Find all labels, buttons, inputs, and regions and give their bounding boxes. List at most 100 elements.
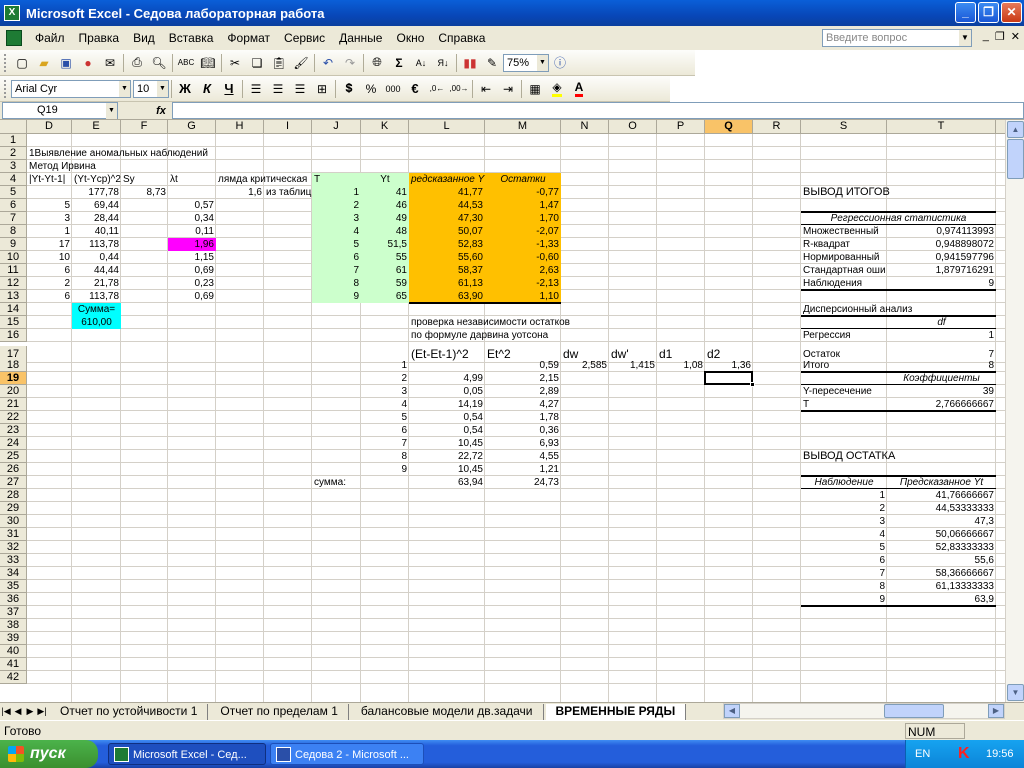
cell[interactable]: 28,44: [72, 212, 121, 225]
cell[interactable]: 0,54: [409, 411, 485, 424]
row-header[interactable]: 31: [0, 528, 27, 541]
start-button[interactable]: пуск: [0, 740, 98, 768]
decrease-decimal-icon[interactable]: ,00→: [448, 78, 470, 100]
cell[interactable]: [168, 186, 216, 199]
cell[interactable]: 3: [361, 385, 409, 398]
row-header[interactable]: 18: [0, 359, 27, 372]
cell[interactable]: 4: [801, 528, 887, 541]
font-size-select[interactable]: 10 ▼: [133, 79, 169, 98]
euro-button[interactable]: €: [404, 78, 426, 100]
row-header[interactable]: 30: [0, 515, 27, 528]
cell[interactable]: 1,879716291: [887, 264, 996, 277]
chevron-down-icon[interactable]: ▼: [106, 103, 117, 119]
cell[interactable]: 55,60: [409, 251, 485, 264]
column-label[interactable]: Yt: [361, 173, 409, 186]
cell[interactable]: 2,15: [485, 372, 561, 385]
cell[interactable]: [409, 359, 485, 372]
toolbar-grip[interactable]: [4, 53, 7, 72]
cell[interactable]: 1: [361, 359, 409, 372]
cut-icon[interactable]: ✂: [224, 52, 246, 74]
cell[interactable]: 1,47: [485, 199, 561, 212]
cell[interactable]: 22,72: [409, 450, 485, 463]
cell[interactable]: 113,78: [72, 290, 121, 303]
open-icon[interactable]: ▰: [33, 52, 55, 74]
cell[interactable]: 51,5: [361, 238, 409, 251]
cell[interactable]: 1,70: [485, 212, 561, 225]
cell[interactable]: 7: [801, 567, 887, 580]
fill-handle[interactable]: [750, 382, 755, 387]
cell[interactable]: 0,54: [409, 424, 485, 437]
increase-decimal-icon[interactable]: ,0←: [426, 78, 448, 100]
merge-center-icon[interactable]: ⊞: [311, 78, 333, 100]
question-input[interactable]: Введите вопрос ▼: [822, 29, 972, 47]
chevron-down-icon[interactable]: ▼: [537, 54, 548, 71]
cell[interactable]: -0,77: [485, 186, 561, 199]
cell[interactable]: 0,974113993: [887, 225, 996, 238]
cell[interactable]: 52,83: [409, 238, 485, 251]
section-title[interactable]: 1Выявление аномальных наблюдений: [27, 147, 216, 160]
decrease-indent-icon[interactable]: ⇤: [475, 78, 497, 100]
print-icon[interactable]: ⎙: [126, 52, 148, 74]
cell[interactable]: 6: [361, 424, 409, 437]
chart-wizard-icon[interactable]: ▮▮: [459, 52, 481, 74]
cell[interactable]: 6: [312, 251, 361, 264]
cell[interactable]: 7: [361, 437, 409, 450]
redo-icon[interactable]: ↷: [339, 52, 361, 74]
cell[interactable]: 4,99: [409, 372, 485, 385]
cell[interactable]: 8: [312, 277, 361, 290]
cell[interactable]: 8: [801, 580, 887, 593]
row-header[interactable]: 19: [0, 372, 27, 385]
row-header[interactable]: 2: [0, 147, 27, 160]
scroll-left-icon[interactable]: ◀: [724, 704, 740, 718]
row-header[interactable]: 23: [0, 424, 27, 437]
cell[interactable]: 0,36: [485, 424, 561, 437]
format-painter-icon[interactable]: 🖌︎: [290, 52, 312, 74]
email-icon[interactable]: ✉: [99, 52, 121, 74]
cell[interactable]: 8: [361, 450, 409, 463]
cell[interactable]: 3: [27, 212, 72, 225]
row-header[interactable]: 10: [0, 251, 27, 264]
row-label[interactable]: Нормированный: [801, 251, 887, 264]
cell[interactable]: 1: [801, 489, 887, 502]
row-header[interactable]: 4: [0, 173, 27, 186]
cell[interactable]: 24,73: [485, 476, 561, 489]
column-header[interactable]: J: [312, 120, 361, 134]
cell[interactable]: -2,13: [485, 277, 561, 290]
paste-icon[interactable]: 📋︎: [268, 52, 290, 74]
row-header[interactable]: 12: [0, 277, 27, 290]
cell[interactable]: 50,07: [409, 225, 485, 238]
cell[interactable]: 50,06666667: [887, 528, 996, 541]
cell[interactable]: 0,941597796: [887, 251, 996, 264]
cell[interactable]: 14,19: [409, 398, 485, 411]
workbook-icon[interactable]: [6, 30, 22, 46]
summary-title[interactable]: ВЫВОД ОСТАТКА: [801, 450, 996, 463]
cell[interactable]: 5: [312, 238, 361, 251]
taskbar-item-excel[interactable]: Microsoft Excel - Сед...: [108, 743, 266, 765]
cell[interactable]: 0,69: [168, 290, 216, 303]
row-header[interactable]: 42: [0, 671, 27, 684]
italic-button[interactable]: К: [196, 78, 218, 100]
cell[interactable]: 2: [312, 199, 361, 212]
row-header[interactable]: 21: [0, 398, 27, 411]
column-header[interactable]: M: [485, 120, 561, 134]
antivirus-icon[interactable]: K: [958, 745, 976, 763]
hyperlink-icon[interactable]: 🌐︎: [366, 52, 388, 74]
copy-icon[interactable]: ❏: [246, 52, 268, 74]
restore-button[interactable]: ❐: [978, 2, 999, 23]
cell[interactable]: 4: [361, 398, 409, 411]
bold-button[interactable]: Ж: [174, 78, 196, 100]
first-sheet-icon[interactable]: |◀: [0, 706, 12, 717]
cell[interactable]: 58,36666667: [887, 567, 996, 580]
cell[interactable]: 3: [312, 212, 361, 225]
cell[interactable]: 3: [801, 515, 887, 528]
row-label[interactable]: R-квадрат: [801, 238, 887, 251]
cell[interactable]: 113,78: [72, 238, 121, 251]
autosum-icon[interactable]: Σ: [388, 52, 410, 74]
spreadsheet-grid[interactable]: D E F G H I J K L M N O P Q R S T 1 2 3 4 5 6 7 8 9 10 11 12 13 14 15 16…: [0, 120, 1005, 702]
cell[interactable]: 2,585: [561, 359, 609, 372]
spelling-icon[interactable]: ABC: [175, 52, 197, 74]
cell[interactable]: 61: [361, 264, 409, 277]
cell[interactable]: 6,93: [485, 437, 561, 450]
sum-label[interactable]: сумма:: [312, 476, 409, 489]
cell[interactable]: 2,89: [485, 385, 561, 398]
